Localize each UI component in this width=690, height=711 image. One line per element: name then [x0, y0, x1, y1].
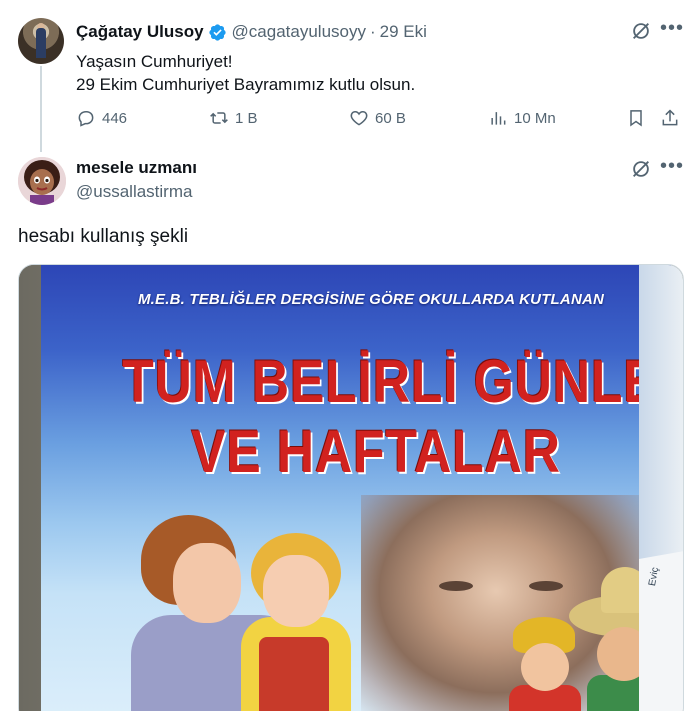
retweet-icon — [210, 112, 228, 124]
tweet-text: hesabı kullanış şekli — [18, 226, 189, 247]
portrait-eye — [529, 581, 563, 591]
author-name[interactable]: Çağatay Ulusoy — [76, 22, 204, 42]
views-count: 10 Mn — [514, 109, 556, 127]
reply-icon — [78, 111, 94, 127]
avatar[interactable] — [18, 157, 66, 205]
more-icon[interactable]: ••• — [660, 156, 683, 180]
mother-face — [173, 543, 241, 623]
bookmark-button[interactable] — [626, 104, 646, 132]
book-subtitle: M.E.B. TEBLİĞLER DERGİSİNE GÖRE OKULLARD… — [137, 291, 605, 308]
avatar-figure — [36, 28, 46, 58]
tweet-date[interactable]: 29 Eki — [380, 22, 427, 42]
share-button[interactable] — [660, 104, 680, 132]
grok-icon[interactable] — [630, 158, 652, 180]
author-name[interactable]: mesele uzmanı — [76, 158, 197, 178]
like-count: 60 B — [375, 109, 406, 127]
boy-face — [521, 643, 569, 691]
views-icon — [491, 112, 506, 125]
tweet-text-line: Yaşasın Cumhuriyet! — [76, 52, 233, 71]
share-icon — [662, 109, 678, 126]
retweet-button[interactable]: 1 B — [209, 104, 258, 132]
tweet-photo[interactable]: M.E.B. TEBLİĞLER DERGİSİNE GÖRE OKULLARD… — [18, 264, 684, 711]
avatar-character — [18, 157, 66, 205]
book-title: TÜM BELİRLİ GÜNLER VE HAFTALAR — [122, 347, 684, 487]
portrait-eye — [439, 581, 473, 591]
author-handle[interactable]: @cagatayulusoyy — [232, 22, 366, 42]
child-overall — [259, 637, 329, 711]
reply-button[interactable]: 446 — [76, 104, 127, 132]
verified-badge-icon — [208, 23, 226, 41]
thread-line — [40, 66, 42, 152]
tweet-text-line: 29 Ekim Cumhuriyet Bayramımız kutlu olsu… — [76, 75, 416, 94]
parent-tweet[interactable]: Çağatay Ulusoy @cagatayulusoyy · 29 Eki … — [0, 0, 690, 152]
views-button[interactable]: 10 Mn — [488, 104, 556, 132]
page-edge — [639, 550, 683, 711]
like-button[interactable]: 60 B — [349, 104, 406, 132]
retweet-count: 1 B — [235, 109, 258, 127]
separator-dot: · — [370, 22, 376, 41]
more-icon[interactable]: ••• — [660, 18, 683, 42]
avatar[interactable] — [18, 18, 64, 64]
like-icon — [350, 110, 368, 126]
reply-count: 446 — [102, 109, 128, 127]
author-handle[interactable]: @ussallastirma — [76, 182, 192, 202]
tweet-actions: 446 1 B 60 B 10 Mn — [76, 104, 686, 132]
child-face — [263, 555, 329, 627]
tweet-text: Yaşasın Cumhuriyet! 29 Ekim Cumhuriyet B… — [76, 50, 415, 96]
book-title-line: VE HAFTALAR — [191, 418, 561, 485]
tweet-header: Çağatay Ulusoy @cagatayulusoyy · 29 Eki — [76, 20, 427, 44]
book-title-line: TÜM BELİRLİ GÜNLER — [122, 348, 684, 415]
grok-icon[interactable] — [630, 20, 652, 42]
book-cover: M.E.B. TEBLİĞLER DERGİSİNE GÖRE OKULLARD… — [41, 265, 684, 711]
bookmark-icon — [630, 110, 642, 127]
